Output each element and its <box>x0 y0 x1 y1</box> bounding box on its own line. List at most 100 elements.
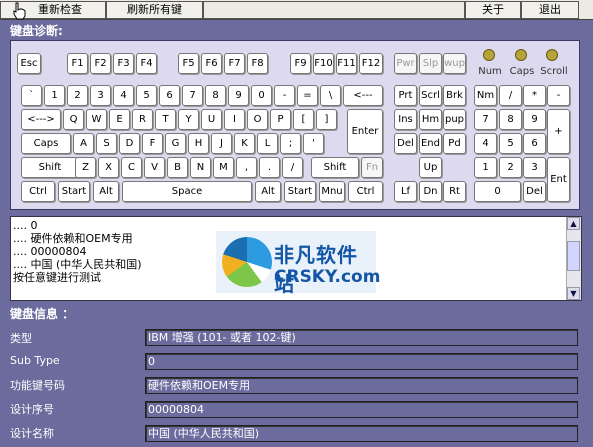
key-k7[interactable]: 7 <box>182 85 203 106</box>
key-scrl[interactable]: Scrl <box>419 85 442 106</box>
key-lf[interactable]: Lf <box>394 181 417 202</box>
key-np-del[interactable]: Del <box>523 181 546 202</box>
key-enter[interactable]: Enter <box>347 109 383 154</box>
key-rstart[interactable]: Start <box>284 181 316 202</box>
key-lshift[interactable]: Shift <box>21 157 79 178</box>
key-dn[interactable]: Dn <box>419 181 442 202</box>
key-caps[interactable]: Caps <box>21 133 71 154</box>
key-np-sub[interactable]: - <box>547 85 570 106</box>
key-r[interactable]: R <box>132 109 153 130</box>
key-rbracket[interactable]: ] <box>316 109 337 130</box>
key-f4[interactable]: F4 <box>136 53 157 74</box>
key-k2[interactable]: 2 <box>67 85 88 106</box>
key-d[interactable]: D <box>119 133 140 154</box>
key-lbracket[interactable]: [ <box>293 109 314 130</box>
key-rshift[interactable]: Shift <box>311 157 359 178</box>
key-minus[interactable]: - <box>274 85 295 106</box>
key-c[interactable]: C <box>121 157 142 178</box>
key-f7[interactable]: F7 <box>224 53 245 74</box>
key-k6[interactable]: 6 <box>159 85 180 106</box>
key-f[interactable]: F <box>142 133 163 154</box>
exit-button[interactable]: 退出 <box>521 1 579 19</box>
key-nm[interactable]: Nm <box>474 85 497 106</box>
key-j[interactable]: J <box>211 133 232 154</box>
key-k3[interactable]: 3 <box>90 85 111 106</box>
key-q[interactable]: Q <box>63 109 84 130</box>
key-rctrl[interactable]: Ctrl <box>348 181 383 202</box>
key-k0[interactable]: 0 <box>251 85 272 106</box>
key-pd[interactable]: Pd <box>443 133 466 154</box>
key-brk[interactable]: Brk <box>443 85 466 106</box>
key-f1[interactable]: F1 <box>67 53 88 74</box>
key-y[interactable]: Y <box>178 109 199 130</box>
key-np4[interactable]: 4 <box>474 133 497 154</box>
key-slash[interactable]: / <box>282 157 303 178</box>
log-scrollbar[interactable]: ▲ ▼ <box>566 217 581 300</box>
key-l[interactable]: L <box>257 133 278 154</box>
key-rt[interactable]: Rt <box>443 181 466 202</box>
key-f6[interactable]: F6 <box>201 53 222 74</box>
key-fn[interactable]: Fn <box>361 157 383 178</box>
key-k[interactable]: K <box>234 133 255 154</box>
key-f3[interactable]: F3 <box>113 53 134 74</box>
key-k9[interactable]: 9 <box>228 85 249 106</box>
scroll-up-icon[interactable]: ▲ <box>567 217 580 230</box>
key-semicolon[interactable]: ; <box>280 133 301 154</box>
key-f5[interactable]: F5 <box>178 53 199 74</box>
key-np8[interactable]: 8 <box>499 109 522 130</box>
key-np1[interactable]: 1 <box>474 157 497 178</box>
key-equal[interactable]: = <box>297 85 318 106</box>
key-comma[interactable]: , <box>236 157 257 178</box>
key-h[interactable]: H <box>188 133 209 154</box>
key-slp[interactable]: Slp <box>419 53 442 74</box>
key-lctrl[interactable]: Ctrl <box>21 181 55 202</box>
key-prt[interactable]: Prt <box>394 85 417 106</box>
key-lalt[interactable]: Alt <box>93 181 119 202</box>
key-f12[interactable]: F12 <box>359 53 383 74</box>
key-w[interactable]: W <box>86 109 107 130</box>
key-z[interactable]: Z <box>75 157 96 178</box>
key-f10[interactable]: F10 <box>313 53 334 74</box>
key-tab[interactable]: <---> <box>21 109 61 130</box>
key-pwr[interactable]: Pwr <box>394 53 417 74</box>
key-up[interactable]: Up <box>419 157 442 178</box>
key-np3[interactable]: 3 <box>523 157 546 178</box>
key-np-add[interactable]: + <box>547 109 570 154</box>
key-period[interactable]: . <box>259 157 280 178</box>
key-s[interactable]: S <box>96 133 117 154</box>
key-b[interactable]: B <box>167 157 188 178</box>
key-backspace[interactable]: <--- <box>343 85 383 106</box>
key-space[interactable]: Space <box>122 181 252 202</box>
scroll-thumb[interactable] <box>567 241 580 271</box>
key-k1[interactable]: 1 <box>44 85 65 106</box>
key-u[interactable]: U <box>201 109 222 130</box>
key-t[interactable]: T <box>155 109 176 130</box>
key-f11[interactable]: F11 <box>336 53 357 74</box>
scroll-down-icon[interactable]: ▼ <box>567 287 580 300</box>
key-f2[interactable]: F2 <box>90 53 111 74</box>
key-np2[interactable]: 2 <box>499 157 522 178</box>
key-ins[interactable]: Ins <box>394 109 417 130</box>
key-o[interactable]: O <box>247 109 268 130</box>
key-del[interactable]: Del <box>394 133 417 154</box>
key-x[interactable]: X <box>98 157 119 178</box>
key-np-mul[interactable]: * <box>523 85 546 106</box>
key-lstart[interactable]: Start <box>58 181 90 202</box>
key-np5[interactable]: 5 <box>499 133 522 154</box>
key-e[interactable]: E <box>109 109 130 130</box>
key-np6[interactable]: 6 <box>523 133 546 154</box>
key-mnu[interactable]: Mnu <box>319 181 345 202</box>
key-v[interactable]: V <box>144 157 165 178</box>
key-np-enter[interactable]: Ent <box>547 157 570 202</box>
key-np9[interactable]: 9 <box>523 109 546 130</box>
key-wup[interactable]: wup <box>443 53 466 74</box>
key-a[interactable]: A <box>73 133 94 154</box>
about-button[interactable]: 关于 <box>465 1 521 19</box>
key-f9[interactable]: F9 <box>290 53 311 74</box>
key-backslash[interactable]: \ <box>320 85 341 106</box>
key-np7[interactable]: 7 <box>474 109 497 130</box>
key-esc[interactable]: Esc <box>17 53 41 74</box>
key-m[interactable]: M <box>213 157 234 178</box>
key-k4[interactable]: 4 <box>113 85 134 106</box>
key-quote[interactable]: ' <box>303 133 324 154</box>
